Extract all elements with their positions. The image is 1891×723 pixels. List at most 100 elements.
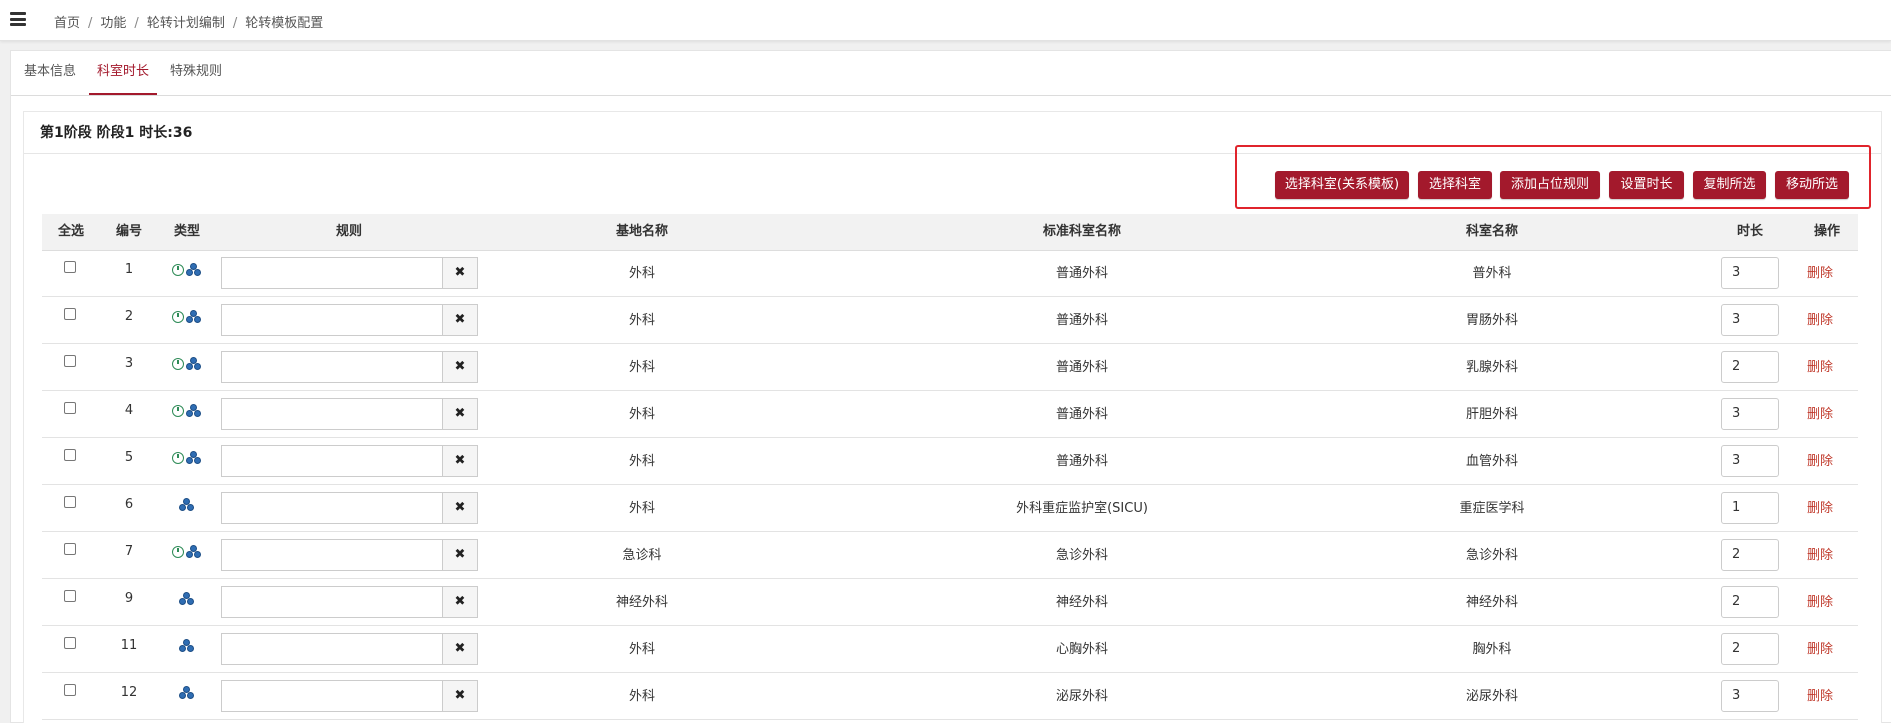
standard-dept-cell: 普通外科	[1055, 313, 1108, 328]
duration-input[interactable]: 3	[1721, 257, 1779, 289]
row-checkbox[interactable]	[64, 261, 76, 273]
base-name-cell: 外科	[628, 689, 655, 704]
delete-link[interactable]: 删除	[1807, 638, 1833, 657]
row-number: 7	[124, 544, 134, 559]
rule-input[interactable]	[221, 539, 443, 571]
delete-link[interactable]: 删除	[1807, 403, 1833, 422]
delete-link[interactable]: 删除	[1807, 309, 1833, 328]
copy-selected-button[interactable]: 复制所选	[1693, 171, 1766, 199]
clear-rule-button[interactable]: ✖	[442, 398, 478, 430]
clear-rule-button[interactable]: ✖	[442, 586, 478, 618]
clear-rule-button[interactable]: ✖	[442, 445, 478, 477]
breadcrumb-plan[interactable]: 轮转计划编制	[147, 16, 225, 31]
delete-link[interactable]: 删除	[1807, 497, 1833, 516]
clock-icon	[172, 404, 184, 417]
clear-rule-button[interactable]: ✖	[442, 539, 478, 571]
top-bar: 首页 / 功能 / 轮转计划编制 / 轮转模板配置	[0, 0, 1891, 41]
rule-input[interactable]	[221, 445, 443, 477]
duration-input[interactable]: 3	[1721, 304, 1779, 336]
header-dept-name: 科室名称	[1465, 224, 1518, 239]
clear-rule-button[interactable]: ✖	[442, 680, 478, 712]
row-type-icons	[167, 685, 207, 699]
standard-dept-cell: 急诊外科	[1055, 548, 1108, 563]
add-placeholder-rule-button[interactable]: 添加占位规则	[1500, 171, 1600, 199]
clock-icon	[172, 357, 184, 370]
delete-link[interactable]: 删除	[1807, 544, 1833, 563]
breadcrumb-current: 轮转模板配置	[245, 16, 324, 31]
duration-input[interactable]: 2	[1721, 351, 1779, 383]
delete-link[interactable]: 删除	[1807, 591, 1833, 610]
row-checkbox[interactable]	[64, 449, 76, 461]
dept-name-cell: 肝胆外科	[1465, 407, 1518, 422]
header-type: 类型	[173, 224, 200, 239]
row-number: 2	[124, 309, 134, 324]
row-checkbox[interactable]	[64, 496, 76, 508]
duration-input[interactable]: 1	[1721, 492, 1779, 524]
clear-rule-button[interactable]: ✖	[442, 633, 478, 665]
tab-special-rules[interactable]: 特殊规则	[166, 51, 226, 95]
standard-dept-cell: 泌尿外科	[1055, 689, 1108, 704]
row-checkbox[interactable]	[64, 543, 76, 555]
delete-link[interactable]: 删除	[1807, 450, 1833, 469]
row-number: 9	[124, 591, 134, 606]
header-rule: 规则	[335, 224, 362, 239]
header-standard-dept: 标准科室名称	[1042, 224, 1121, 239]
breadcrumb-home[interactable]: 首页	[54, 16, 80, 31]
rule-input[interactable]	[221, 257, 443, 289]
base-name-cell: 外科	[628, 501, 655, 516]
table-row: 5 ✖ 外科 普通外科 血管外科 3 删除	[42, 438, 1858, 485]
row-type-icons	[167, 544, 207, 558]
row-checkbox[interactable]	[64, 355, 76, 367]
delete-link[interactable]: 删除	[1807, 356, 1833, 375]
table-row: 9 ✖ 神经外科 神经外科 神经外科 2 删除	[42, 579, 1858, 626]
base-name-cell: 外科	[628, 266, 655, 281]
set-duration-button[interactable]: 设置时长	[1609, 171, 1684, 199]
rule-input[interactable]	[221, 492, 443, 524]
duration-input[interactable]: 3	[1721, 680, 1779, 712]
duration-input[interactable]: 3	[1721, 398, 1779, 430]
rule-input[interactable]	[221, 680, 443, 712]
breadcrumb: 首页 / 功能 / 轮转计划编制 / 轮转模板配置	[54, 16, 324, 31]
duration-input[interactable]: 2	[1721, 586, 1779, 618]
clear-rule-button[interactable]: ✖	[442, 257, 478, 289]
tab-basic-info[interactable]: 基本信息	[21, 51, 79, 95]
rule-input[interactable]	[221, 398, 443, 430]
people-icon	[179, 498, 195, 511]
header-action: 操作	[1813, 224, 1840, 239]
dept-name-cell: 普外科	[1472, 266, 1512, 281]
header-select-all[interactable]: 全选	[42, 214, 100, 250]
duration-input[interactable]: 2	[1721, 633, 1779, 665]
standard-dept-cell: 外科重症监护室(SICU)	[1016, 501, 1148, 516]
clear-rule-button[interactable]: ✖	[442, 351, 478, 383]
table-row: 12 ✖ 外科 泌尿外科 泌尿外科 3 删除	[42, 673, 1858, 720]
row-number: 1	[124, 262, 134, 277]
row-type-icons	[167, 356, 207, 370]
delete-link[interactable]: 删除	[1807, 685, 1833, 704]
rule-input[interactable]	[221, 633, 443, 665]
standard-dept-cell: 心胸外科	[1055, 642, 1108, 657]
row-checkbox[interactable]	[64, 637, 76, 649]
delete-link[interactable]: 删除	[1807, 262, 1833, 281]
duration-input[interactable]: 2	[1721, 539, 1779, 571]
tab-dept-duration[interactable]: 科室时长	[89, 51, 157, 95]
duration-input[interactable]: 3	[1721, 445, 1779, 477]
row-checkbox[interactable]	[64, 590, 76, 602]
row-checkbox[interactable]	[64, 308, 76, 320]
row-checkbox[interactable]	[64, 684, 76, 696]
move-selected-button[interactable]: 移动所选	[1775, 171, 1849, 199]
row-type-icons	[167, 403, 207, 417]
breadcrumb-function[interactable]: 功能	[100, 16, 126, 31]
select-dept-template-button[interactable]: 选择科室(关系模板)	[1275, 171, 1409, 199]
row-checkbox[interactable]	[64, 402, 76, 414]
select-dept-button[interactable]: 选择科室	[1418, 171, 1492, 199]
row-number: 12	[120, 685, 138, 700]
table-header: 全选 编号 类型 规则 基地名称 标准科室名称 科室名称 时长 操作	[42, 214, 1858, 251]
row-number: 11	[120, 638, 138, 653]
clear-rule-button[interactable]: ✖	[442, 492, 478, 524]
rule-input[interactable]	[221, 586, 443, 618]
rule-input[interactable]	[221, 304, 443, 336]
row-number: 5	[124, 450, 134, 465]
rule-input[interactable]	[221, 351, 443, 383]
clear-rule-button[interactable]: ✖	[442, 304, 478, 336]
menu-icon[interactable]	[10, 12, 26, 26]
